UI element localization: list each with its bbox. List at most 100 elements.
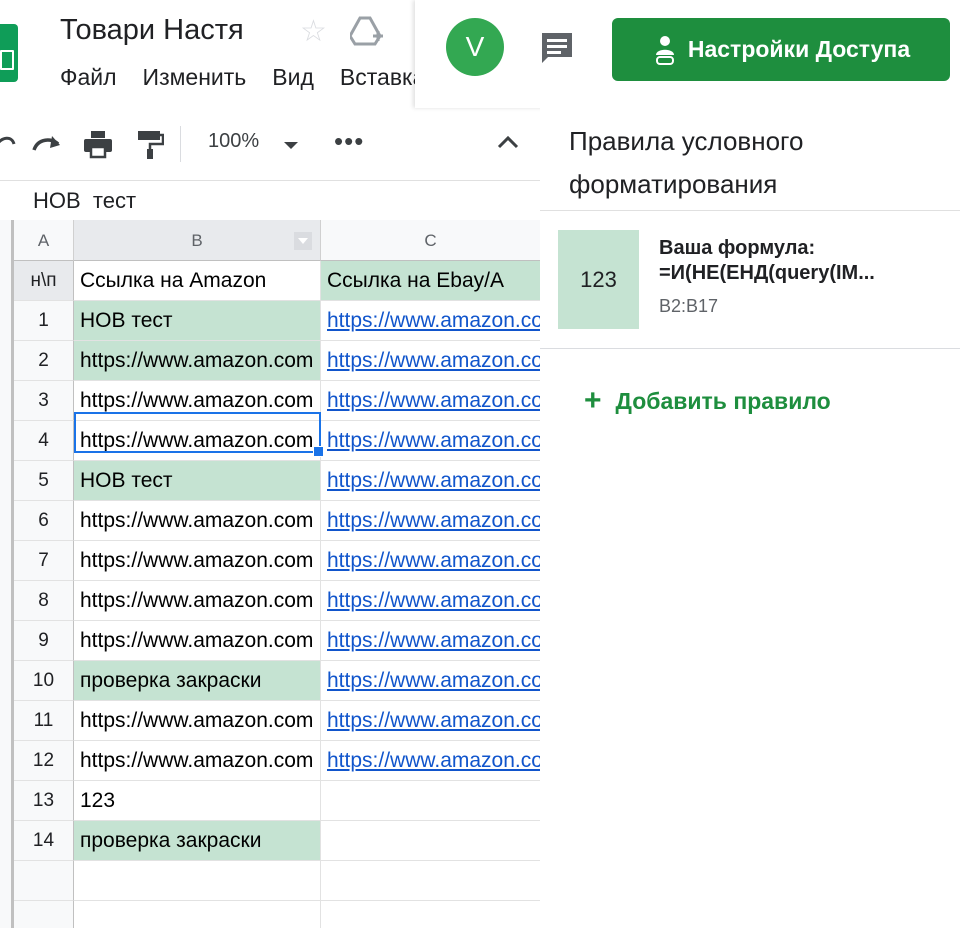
row-header[interactable] bbox=[14, 861, 74, 901]
column-header-b[interactable]: B bbox=[74, 220, 321, 261]
table-row: 4 https://www.amazon.com https://www.amazo… bbox=[14, 421, 540, 461]
formula-bar[interactable]: НОВ тест bbox=[0, 180, 540, 221]
menu-file[interactable]: Файл bbox=[60, 64, 117, 96]
format-rule-card[interactable]: 123 Ваша формула: =И(НЕ(ЕНД(query(IM... … bbox=[540, 211, 960, 348]
row-header[interactable]: 7 bbox=[14, 541, 74, 581]
sheets-logo-icon[interactable] bbox=[0, 24, 18, 82]
row-header[interactable]: 8 bbox=[14, 581, 74, 621]
fill-handle[interactable] bbox=[313, 446, 324, 457]
table-row: 3 https://www.amazon.com https://www.amazo… bbox=[14, 381, 540, 421]
table-row: 1 НОВ тест https://www.amazon.com bbox=[14, 301, 540, 341]
print-icon[interactable] bbox=[82, 128, 114, 160]
sheet-grid: A B C н\п Ссылка на Amazon Ссылка на Ebay/… bbox=[0, 220, 540, 928]
table-cell[interactable]: проверка закраски bbox=[74, 821, 321, 861]
link-cell[interactable]: https://www.amazon.com bbox=[321, 701, 540, 741]
link-cell[interactable]: https://www.amazon.com bbox=[321, 381, 540, 421]
row-header[interactable]: 4 bbox=[14, 421, 74, 461]
rule-preview-swatch: 123 bbox=[558, 230, 639, 329]
link-cell[interactable]: https://www.amazon.com bbox=[321, 461, 540, 501]
table-cell[interactable]: 123 bbox=[74, 781, 321, 821]
link-cell[interactable]: https://www.amazon.com bbox=[321, 421, 540, 461]
table-cell[interactable]: https://www.amazon.com bbox=[74, 581, 321, 621]
row-header[interactable]: 6 bbox=[14, 501, 74, 541]
link-cell[interactable]: https://www.amazon.com bbox=[321, 621, 540, 661]
menu-view[interactable]: Вид bbox=[272, 64, 314, 96]
table-row: 11 https://www.amazon.com https://www.amaz… bbox=[14, 701, 540, 741]
zoom-select[interactable]: 100% bbox=[208, 130, 259, 153]
more-options-icon[interactable]: ••• bbox=[334, 126, 364, 156]
share-button-label: Настройки Доступа bbox=[687, 36, 911, 62]
document-title[interactable]: Товари Настя bbox=[60, 14, 244, 47]
table-cell[interactable]: https://www.amazon.com bbox=[74, 701, 321, 741]
row-header[interactable]: 12 bbox=[14, 741, 74, 781]
paint-format-icon[interactable] bbox=[136, 128, 164, 160]
table-cell[interactable]: проверка закраски bbox=[74, 661, 321, 701]
row-header[interactable] bbox=[14, 901, 74, 928]
menu-insert[interactable]: Вставка bbox=[340, 64, 415, 96]
table-cell[interactable]: https://www.amazon.com bbox=[74, 341, 321, 381]
menu-bar: Файл Изменить Вид Вставка bbox=[60, 64, 415, 96]
row-header[interactable]: 13 bbox=[14, 781, 74, 821]
table-cell[interactable]: НОВ тест bbox=[74, 461, 321, 501]
table-cell[interactable] bbox=[74, 901, 321, 928]
column-header-a[interactable]: A bbox=[14, 220, 74, 261]
spreadsheet-area: 100% ••• НОВ тест A B C н\п Ссылка на Ama… bbox=[0, 108, 541, 928]
panel-title: Правила условного форматирования bbox=[569, 126, 804, 199]
rule-formula: =И(НЕ(ЕНД(query(IM... bbox=[659, 262, 875, 284]
share-button[interactable]: Настройки Доступа bbox=[612, 18, 950, 81]
link-cell[interactable]: https://www.amazon.com bbox=[321, 301, 540, 341]
star-icon[interactable]: ☆ bbox=[300, 14, 327, 50]
sheet-corner[interactable] bbox=[0, 220, 14, 928]
link-cell[interactable]: https://www.amazon.com bbox=[321, 541, 540, 581]
row-header[interactable]: 3 bbox=[14, 381, 74, 421]
table-cell[interactable]: https://www.amazon.com bbox=[74, 381, 321, 421]
table-row: 12 https://www.amazon.com https://www.amaz… bbox=[14, 741, 540, 781]
redo-icon[interactable] bbox=[30, 128, 64, 160]
table-cell[interactable]: Ссылка на Amazon bbox=[74, 261, 321, 301]
conditional-format-panel: Правила условного форматирования 123 Ваш… bbox=[540, 108, 960, 928]
toolbar: 100% ••• bbox=[0, 108, 540, 181]
collapse-menus-icon[interactable] bbox=[496, 130, 520, 154]
table-cell[interactable] bbox=[321, 861, 540, 901]
table-cell[interactable]: https://www.amazon.com bbox=[74, 541, 321, 581]
column-header-b-label: B bbox=[191, 231, 203, 250]
table-cell[interactable] bbox=[74, 861, 321, 901]
link-cell[interactable]: https://www.amazon.com bbox=[321, 341, 540, 381]
lock-person-icon bbox=[655, 35, 674, 65]
link-cell[interactable]: https://www.amazon.com bbox=[321, 581, 540, 621]
row-header[interactable]: 1 bbox=[14, 301, 74, 341]
plus-icon: + bbox=[584, 384, 602, 417]
table-cell[interactable]: Ссылка на Ebay/А bbox=[321, 261, 540, 301]
header-actions: V Настройки Доступа bbox=[415, 0, 960, 108]
link-cell[interactable]: https://www.amazon.com bbox=[321, 741, 540, 781]
table-cell[interactable]: НОВ тест bbox=[74, 301, 321, 341]
row-header[interactable]: 14 bbox=[14, 821, 74, 861]
table-cell[interactable]: https://www.amazon.com bbox=[74, 621, 321, 661]
table-cell[interactable] bbox=[321, 781, 540, 821]
row-header[interactable]: 5 bbox=[14, 461, 74, 501]
row-header[interactable]: 11 bbox=[14, 701, 74, 741]
add-rule-button[interactable]: + Добавить правило bbox=[584, 386, 831, 416]
link-cell[interactable]: https://www.amazon.com bbox=[321, 661, 540, 701]
row-header[interactable]: 2 bbox=[14, 341, 74, 381]
table-cell[interactable]: https://www.amazon.com bbox=[74, 421, 321, 461]
table-row: 10 проверка закраски https://www.amazon.co… bbox=[14, 661, 540, 701]
link-cell[interactable]: https://www.amazon.com bbox=[321, 501, 540, 541]
undo-icon[interactable] bbox=[0, 128, 16, 160]
row-header[interactable]: н\п bbox=[14, 261, 74, 301]
row-header[interactable]: 9 bbox=[14, 621, 74, 661]
comment-icon[interactable] bbox=[539, 30, 575, 66]
formula-bar-value[interactable]: НОВ тест bbox=[33, 188, 136, 214]
user-avatar[interactable]: V bbox=[446, 18, 504, 76]
row-header[interactable]: 10 bbox=[14, 661, 74, 701]
table-cell[interactable]: https://www.amazon.com bbox=[74, 741, 321, 781]
zoom-caret-icon[interactable] bbox=[284, 142, 298, 149]
table-cell[interactable]: https://www.amazon.com bbox=[74, 501, 321, 541]
column-header-c[interactable]: C bbox=[321, 220, 540, 261]
move-to-drive-icon[interactable] bbox=[350, 16, 384, 48]
column-menu-icon[interactable] bbox=[294, 232, 312, 250]
table-row: 7 https://www.amazon.com https://www.amazo… bbox=[14, 541, 540, 581]
table-cell[interactable] bbox=[321, 901, 540, 928]
menu-edit[interactable]: Изменить bbox=[143, 64, 247, 96]
table-cell[interactable] bbox=[321, 821, 540, 861]
